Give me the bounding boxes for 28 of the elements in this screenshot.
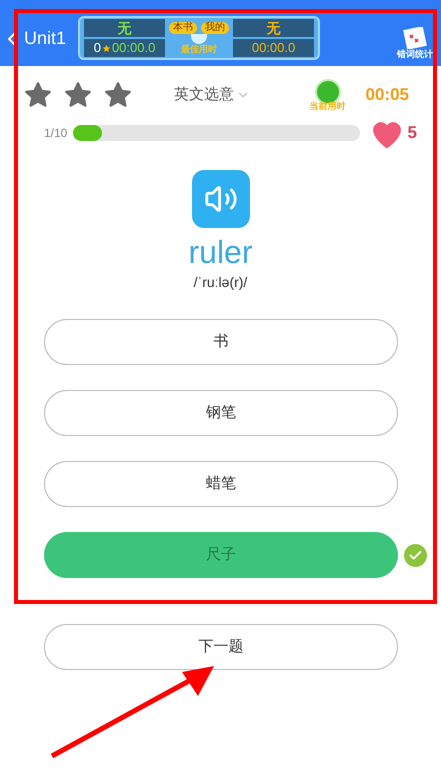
mode-dropdown[interactable]: 英文选意 (174, 84, 250, 106)
best-value: 无 (84, 19, 166, 37)
mine-badge: 我的 (201, 22, 230, 34)
best-time: 00:00.0 (233, 39, 314, 57)
star-icon (24, 81, 52, 109)
back-button[interactable]: Unit1 (8, 25, 66, 52)
check-icon (404, 544, 427, 566)
word-text: ruler (188, 233, 252, 272)
lives-count: 5 (408, 122, 417, 144)
paper-icon (402, 27, 428, 49)
timer-label: 当前用时 (310, 101, 346, 111)
phonetic-text: /ˈruːlə(r)/ (194, 273, 248, 292)
answer-option[interactable]: 蜡笔 (44, 461, 398, 507)
best-time: 0 00:00.0 (84, 39, 166, 57)
answer-option[interactable]: 书 (44, 319, 398, 365)
answer-option[interactable]: 钢笔 (44, 390, 398, 436)
book-badge: 本书 (169, 22, 198, 34)
best-time-label: 最佳用时 (181, 44, 218, 54)
progress-count: 1/10 (44, 125, 68, 142)
star-icon (102, 44, 111, 54)
star-icon (64, 81, 92, 109)
next-button[interactable]: 下一题 (44, 624, 398, 670)
best-value: 无 (233, 19, 314, 37)
clock-icon (191, 34, 208, 44)
speaker-button[interactable] (192, 170, 250, 228)
timer-text: 00:05 (366, 84, 409, 106)
wrong-words-button[interactable]: 错词统计 (397, 27, 433, 60)
star-icon (104, 81, 132, 109)
